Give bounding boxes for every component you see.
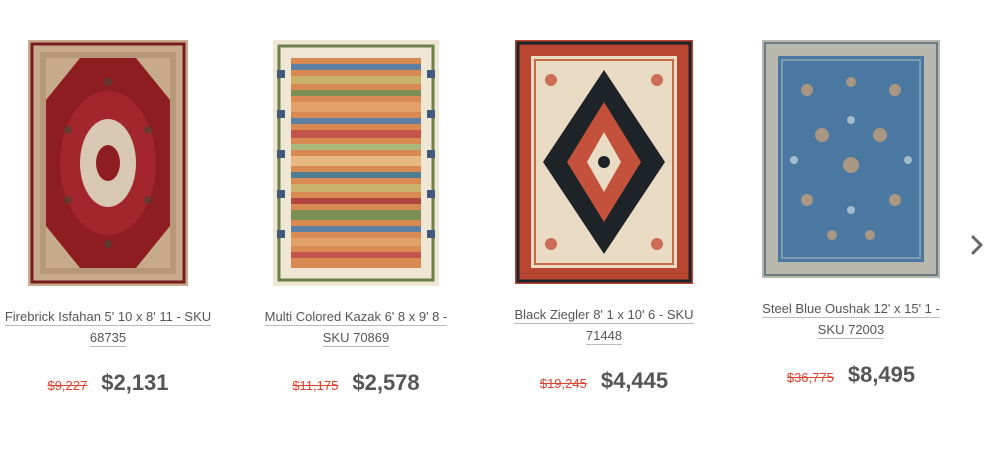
product-card: Firebrick Isfahan 5' 10 x 8' 11 - SKU 68…: [0, 40, 218, 396]
black-ziegler-rug-image[interactable]: [515, 40, 693, 284]
product-title-link[interactable]: Multi Colored Kazak 6' 8 x 9' 8 - SKU 70…: [246, 306, 466, 348]
chevron-right-icon: [971, 235, 983, 255]
firebrick-isfahan-rug-image[interactable]: [28, 40, 188, 286]
product-title-link[interactable]: Black Ziegler 8' 1 x 10' 6 - SKU 71448: [494, 304, 714, 346]
steel-blue-oushak-rug-image[interactable]: [762, 40, 940, 278]
product-title-link[interactable]: Steel Blue Oushak 12' x 15' 1 - SKU 7200…: [741, 298, 961, 340]
multi-colored-kazak-rug-image[interactable]: [273, 40, 439, 286]
original-price: $19,245: [539, 376, 587, 391]
price-row: $11,175 $2,578: [246, 370, 466, 396]
product-title-link[interactable]: Firebrick Isfahan 5' 10 x 8' 11 - SKU 68…: [0, 306, 218, 348]
product-card: Multi Colored Kazak 6' 8 x 9' 8 - SKU 70…: [246, 40, 466, 396]
price-row: $36,775 $8,495: [741, 362, 961, 388]
sale-price: $8,495: [847, 362, 916, 387]
price-row: $9,227 $2,131: [0, 370, 218, 396]
carousel-next-button[interactable]: [964, 228, 990, 262]
sale-price: $2,578: [352, 370, 420, 395]
sale-price: $4,445: [600, 368, 669, 393]
product-card: Steel Blue Oushak 12' x 15' 1 - SKU 7200…: [741, 40, 961, 388]
product-carousel: Firebrick Isfahan 5' 10 x 8' 11 - SKU 68…: [0, 0, 1000, 461]
sale-price: $2,131: [101, 370, 169, 395]
original-price: $36,775: [786, 370, 834, 385]
original-price: $11,175: [292, 378, 339, 393]
product-card: Black Ziegler 8' 1 x 10' 6 - SKU 71448 $…: [494, 40, 714, 394]
price-row: $19,245 $4,445: [494, 368, 714, 394]
original-price: $9,227: [47, 378, 88, 393]
